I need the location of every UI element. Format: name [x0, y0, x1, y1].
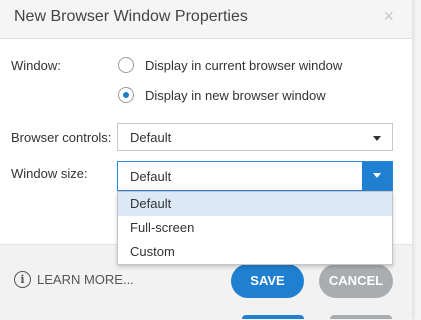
dropdown-option-default[interactable]: Default [118, 192, 392, 216]
close-icon[interactable]: × [383, 6, 394, 27]
radio-button-selected[interactable] [118, 87, 134, 103]
radio-label: Display in new browser window [145, 87, 326, 103]
cancel-button[interactable]: CANCEL [319, 264, 393, 298]
window-label: Window: [11, 58, 61, 73]
radio-new-window[interactable]: Display in new browser window [118, 85, 326, 105]
radio-label: Display in current browser window [145, 57, 343, 73]
dialog-header: New Browser Window Properties × [0, 0, 412, 39]
learn-more-label: LEARN MORE... [37, 272, 134, 287]
dropdown-toggle-button[interactable] [362, 162, 392, 190]
browser-controls-select[interactable]: Default [117, 123, 393, 151]
save-button-edge [242, 315, 304, 319]
window-size-label: Window size: [11, 166, 88, 181]
cancel-button-edge [330, 315, 392, 319]
browser-controls-value: Default [130, 130, 172, 145]
dropdown-option-custom[interactable]: Custom [118, 240, 392, 264]
window-size-dropdown: Default Full-screen Custom [117, 191, 393, 265]
properties-dialog: New Browser Window Properties × Window: … [0, 0, 412, 320]
learn-more-link[interactable]: i LEARN MORE... [14, 271, 134, 288]
radio-button[interactable] [118, 57, 134, 73]
window-size-select[interactable]: Default [117, 161, 393, 191]
chevron-down-icon [373, 173, 381, 178]
browser-controls-label: Browser controls: [11, 130, 112, 145]
chevron-down-icon [373, 136, 381, 141]
radio-current-window[interactable]: Display in current browser window [118, 55, 342, 75]
dialog-title: New Browser Window Properties [14, 8, 248, 25]
window-size-value: Default [130, 169, 172, 184]
info-icon: i [14, 271, 31, 288]
dropdown-option-full-screen[interactable]: Full-screen [118, 216, 392, 240]
save-button[interactable]: SAVE [231, 264, 304, 298]
